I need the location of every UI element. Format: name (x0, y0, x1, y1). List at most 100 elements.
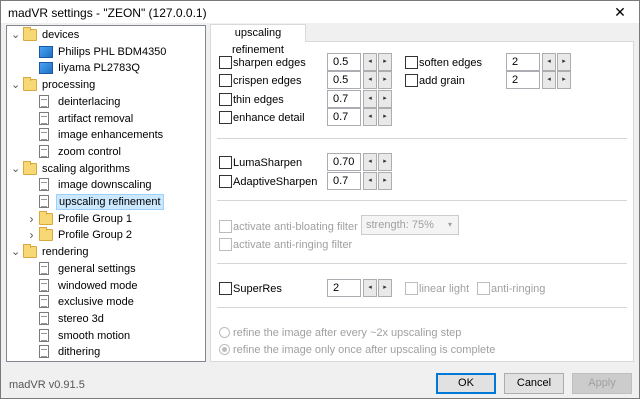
lumasharpen-label: LumaSharpen (233, 157, 303, 169)
increase-icon[interactable]: ▸ (378, 90, 392, 108)
tree-item-label: smooth motion (58, 329, 131, 342)
checkbox-box[interactable] (405, 282, 418, 295)
checkbox-box[interactable] (219, 56, 232, 69)
tree-item-label: image enhancements (58, 129, 164, 142)
checkbox-box[interactable] (219, 156, 232, 169)
document-icon (39, 261, 49, 275)
checkbox-box[interactable] (477, 282, 490, 295)
checkbox-box[interactable] (219, 74, 232, 87)
enhance-detail-label: enhance detail (233, 112, 305, 124)
decrease-icon[interactable]: ◂ (363, 53, 377, 71)
enhance-detail-value[interactable]: 0.7 (327, 108, 361, 126)
collapse-icon[interactable]: ⌄ (11, 161, 20, 177)
settings-tree[interactable]: ⌄ devices Philips PHL BDM4350 Iiyama PL2783… (6, 25, 206, 362)
anti-ringing-filter-label: activate anti-ringing filter (233, 239, 353, 251)
sharpen-edges-value[interactable]: 0.5 (327, 53, 361, 71)
adaptivesharpen-value[interactable]: 0.7 (327, 172, 361, 190)
tree-item-label: scaling algorithms (42, 162, 131, 175)
increase-icon[interactable]: ▸ (557, 71, 571, 89)
checkbox-box[interactable] (219, 111, 232, 124)
anti-bloating-label: activate anti-bloating filter (233, 221, 358, 233)
increase-icon[interactable]: ▸ (378, 108, 392, 126)
version-label: madVR v0.91.5 (9, 379, 85, 391)
tree-item-label: windowed mode (58, 279, 138, 292)
soften-edges-value[interactable]: 2 (506, 53, 540, 71)
tree-item-label: trade quality for performance (56, 361, 201, 362)
ok-button[interactable]: OK (436, 373, 496, 394)
crispen-edges-value[interactable]: 0.5 (327, 71, 361, 89)
collapse-icon[interactable]: ⌄ (11, 244, 20, 260)
decrease-icon[interactable]: ◂ (363, 71, 377, 89)
checkbox-box[interactable] (219, 220, 232, 233)
tree-item-label: zoom control (58, 145, 121, 158)
crispen-edges-label: crispen edges (233, 75, 302, 87)
decrease-icon[interactable]: ◂ (363, 153, 377, 171)
linear-light-label: linear light (419, 283, 470, 295)
document-icon (39, 295, 49, 309)
superres-label: SuperRes (233, 283, 282, 295)
tab-panel (210, 41, 634, 362)
radio-dot[interactable] (219, 344, 230, 355)
decrease-icon[interactable]: ◂ (363, 108, 377, 126)
increase-icon[interactable]: ▸ (378, 172, 392, 190)
document-icon (39, 311, 49, 325)
radio-dot[interactable] (219, 327, 230, 338)
document-icon (39, 94, 49, 108)
checkbox-box[interactable] (219, 238, 232, 251)
tree-item-label: Profile Group 2 (58, 229, 132, 242)
decrease-icon[interactable]: ◂ (363, 279, 377, 297)
separator (217, 138, 627, 139)
tree-item-label: Profile Group 1 (58, 212, 132, 225)
expand-icon[interactable]: › (27, 211, 36, 227)
document-icon (39, 345, 49, 359)
increase-icon[interactable]: ▸ (378, 71, 392, 89)
title-bar: madVR settings - "ZEON" (127.0.0.1) ✕ (1, 1, 639, 23)
anti-bloating-strength-select[interactable]: strength: 75% ▾ (361, 215, 459, 235)
anti-ringing-label: anti-ringing (491, 283, 546, 295)
checkbox-box[interactable] (405, 56, 418, 69)
apply-button[interactable]: Apply (572, 373, 632, 394)
lumasharpen-value[interactable]: 0.70 (327, 153, 361, 171)
tree-item-label: rendering (42, 246, 89, 259)
separator (217, 307, 627, 308)
superres-value[interactable]: 2 (327, 279, 361, 297)
checkbox-box[interactable] (405, 74, 418, 87)
settings-window: madVR settings - "ZEON" (127.0.0.1) ✕ ⌄ d… (0, 0, 640, 399)
tree-item-label: stereo 3d (58, 312, 104, 325)
folder-icon (39, 227, 53, 242)
cancel-button[interactable]: Cancel (504, 373, 564, 394)
increase-icon[interactable]: ▸ (557, 53, 571, 71)
refine-every-label: refine the image after every ~2x upscali… (233, 327, 462, 339)
tree-item-label: general settings (58, 262, 136, 275)
decrease-icon[interactable]: ◂ (363, 90, 377, 108)
decrease-icon[interactable]: ◂ (542, 71, 556, 89)
collapse-icon[interactable]: ⌄ (11, 27, 20, 43)
tree-item-label: Iiyama PL2783Q (58, 62, 140, 75)
anti-bloating-strength-value: strength: 75% (366, 219, 434, 231)
increase-icon[interactable]: ▸ (378, 53, 392, 71)
checkbox-box[interactable] (219, 282, 232, 295)
increase-icon[interactable]: ▸ (378, 279, 392, 297)
tree-item-label: processing (42, 79, 96, 92)
thin-edges-value[interactable]: 0.7 (327, 90, 361, 108)
decrease-icon[interactable]: ◂ (542, 53, 556, 71)
tree-item-label: deinterlacing (58, 95, 121, 108)
checkbox-box[interactable] (219, 175, 232, 188)
add-grain-value[interactable]: 2 (506, 71, 540, 89)
thin-edges-label: thin edges (233, 94, 284, 106)
increase-icon[interactable]: ▸ (378, 153, 392, 171)
document-icon (39, 144, 49, 158)
close-icon[interactable]: ✕ (607, 3, 633, 21)
adaptivesharpen-label: AdaptiveSharpen (233, 176, 318, 188)
separator (217, 263, 627, 264)
expand-icon[interactable]: › (27, 227, 36, 243)
decrease-icon[interactable]: ◂ (363, 172, 377, 190)
folder-icon (23, 160, 37, 175)
tab-upscaling-refinement[interactable]: upscaling refinement (210, 24, 306, 56)
tree-item-label: Philips PHL BDM4350 (58, 45, 167, 58)
refine-once-label: refine the image only once after upscali… (233, 344, 496, 356)
collapse-icon[interactable]: ⌄ (11, 77, 20, 93)
checkbox-box[interactable] (219, 93, 232, 106)
folder-icon (23, 244, 37, 259)
chevron-down-icon: ▾ (447, 220, 452, 229)
